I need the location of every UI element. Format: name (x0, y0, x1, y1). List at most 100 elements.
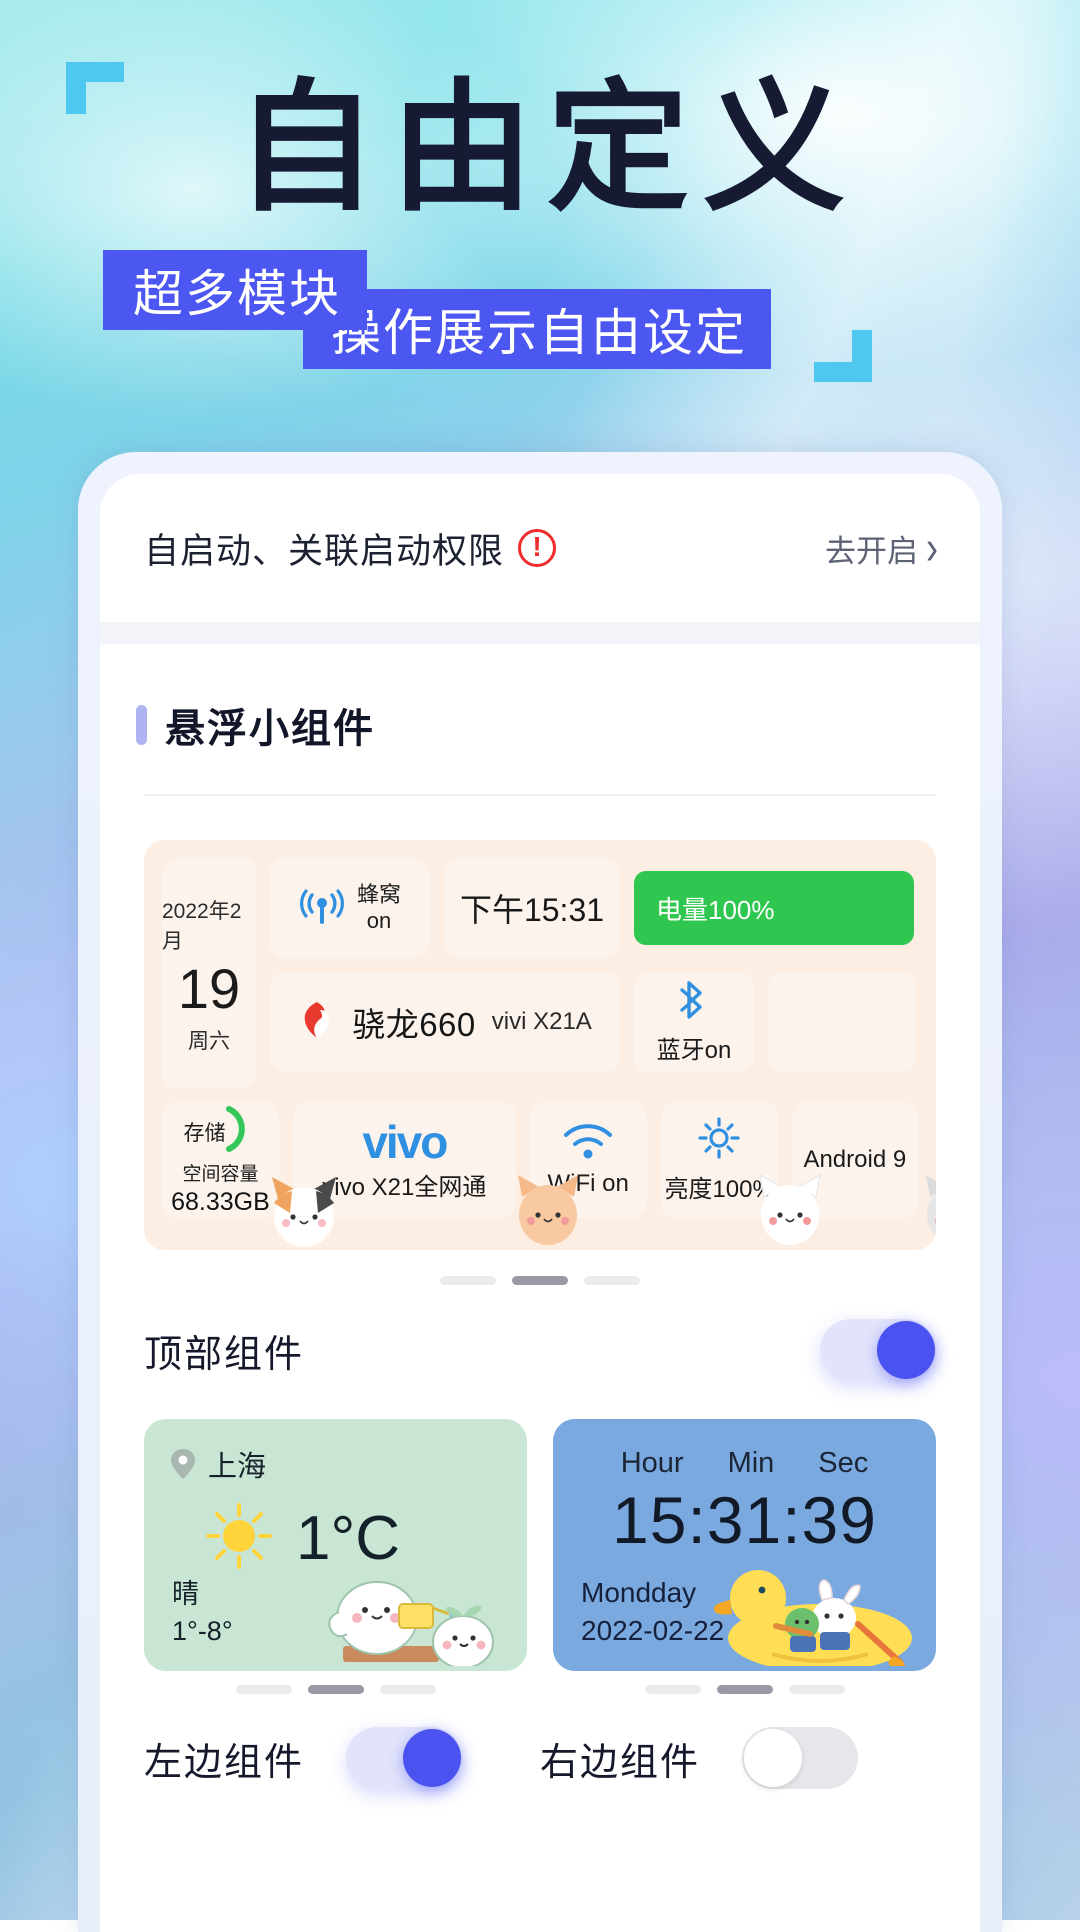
soc-widget-tile[interactable]: 骁龙660 vivi X21A (270, 972, 620, 1072)
clock-weekday: Mondday (581, 1576, 697, 1608)
storage-widget-tile[interactable]: 存储 空间容量 68.33GB (162, 1102, 279, 1218)
left-widget-toggle[interactable] (346, 1727, 463, 1789)
section-title: 悬浮小组件 (165, 707, 375, 751)
clock-unit-hour: Hour (620, 1447, 684, 1479)
empty-widget-slot[interactable] (768, 972, 916, 1072)
weather-widget[interactable]: 上海 1°C 晴 1°-8° (144, 1419, 527, 1671)
bluetooth-label: 蓝牙on (656, 1037, 732, 1064)
pager-dot-active[interactable] (512, 1276, 568, 1285)
promo-banner-right-label: 操作展示自由设定 (331, 305, 747, 361)
battery-widget-tile[interactable]: 电量100% (634, 858, 918, 958)
bluetooth-widget-tile[interactable]: 蓝牙on (634, 972, 754, 1072)
brightness-sun-icon (697, 1116, 741, 1165)
weather-location: 上海 (208, 1451, 267, 1483)
pager-dot-active[interactable] (307, 1685, 364, 1694)
cellular-widget-tile[interactable]: 蜂窝 on (270, 858, 430, 958)
left-widget-row[interactable]: 左边组件 (144, 1727, 540, 1789)
toggle-knob (877, 1321, 935, 1379)
date-weekday: 周六 (188, 1030, 230, 1053)
weather-condition: 晴 (172, 1579, 199, 1610)
storage-ring-icon: 存储 (177, 1103, 263, 1155)
section-header: 悬浮小组件 (100, 644, 980, 754)
phone-mockup: 自启动、关联启动权限 ! 去开启 › 悬浮小组件 2022年2月 19 周六 蜂… (78, 452, 1002, 1932)
permission-action-label: 去开启 (825, 533, 918, 569)
clock-pager[interactable] (553, 1685, 936, 1694)
big-widget-pagers (100, 1685, 980, 1694)
battery-label: 电量100% (656, 894, 775, 925)
clock-unit-sec: Sec (818, 1447, 869, 1479)
clock-units: Hour Min Sec (579, 1447, 910, 1480)
snapdragon-icon (298, 1000, 336, 1045)
clock-unit-min: Min (727, 1447, 775, 1479)
cellular-signal-icon (299, 888, 345, 928)
brightness-widget-tile[interactable]: 亮度100% (660, 1102, 778, 1218)
card-gap (100, 622, 980, 644)
weather-location-group: 上海 (170, 1443, 501, 1485)
clock-details: Mondday 2022-02-22 (581, 1574, 724, 1651)
pager-dot[interactable] (440, 1276, 496, 1285)
weather-pager[interactable] (144, 1685, 527, 1694)
top-widget-row[interactable]: 顶部组件 (100, 1295, 980, 1405)
storage-value: 68.33GB (171, 1188, 270, 1216)
pager-dot[interactable] (788, 1685, 845, 1694)
weather-mascot-icon (299, 1546, 509, 1671)
android-widget-tile[interactable]: Android 9 (791, 1102, 919, 1218)
vivo-model-label: vivo X21全网通 (322, 1173, 487, 1201)
map-pin-icon (170, 1448, 196, 1480)
floating-widget-card: 悬浮小组件 2022年2月 19 周六 蜂窝 on 下午15:31 电量100%… (100, 644, 980, 1932)
section-divider (144, 794, 936, 796)
pager-dot[interactable] (584, 1276, 640, 1285)
toggle-knob (744, 1729, 803, 1787)
sun-icon (204, 1501, 274, 1576)
vivo-logo: vivo (362, 1115, 448, 1168)
right-widget-label: 右边组件 (540, 1741, 701, 1784)
clock-widget[interactable]: Hour Min Sec 15:31:39 Mondday 2022-02-22 (553, 1419, 936, 1671)
permission-action[interactable]: 去开启 › (825, 520, 938, 575)
promo-banner-left-label: 超多模块 (133, 266, 341, 322)
top-widget-label: 顶部组件 (144, 1333, 305, 1376)
side-widget-rows: 左边组件 右边组件 (100, 1698, 980, 1818)
clock-date: 2022-02-22 (581, 1615, 725, 1647)
phone-screen: 自启动、关联启动权限 ! 去开启 › 悬浮小组件 2022年2月 19 周六 蜂… (100, 474, 980, 1932)
pager-dot[interactable] (235, 1685, 292, 1694)
preview-row-bottom: 存储 空间容量 68.33GB vivo vivo X21全网通 WiFi on… (162, 1102, 919, 1218)
big-widget-row: 上海 1°C 晴 1°-8° Hour Min Sec 15:31:39 Mon… (100, 1419, 980, 1671)
date-widget-tile[interactable]: 2022年2月 19 周六 (162, 858, 256, 1088)
date-year-month: 2022年2月 (162, 900, 242, 953)
left-widget-label: 左边组件 (144, 1741, 305, 1784)
cellular-label: 蜂窝 on (356, 882, 401, 933)
promo-banner-right: 操作展示自由设定 (303, 289, 771, 369)
bluetooth-icon (677, 979, 711, 1026)
time-widget-tile[interactable]: 下午15:31 (444, 858, 620, 958)
pager-dot-active[interactable] (716, 1685, 773, 1694)
pager-dot[interactable] (379, 1685, 436, 1694)
pager-dot[interactable] (644, 1685, 701, 1694)
weather-range: 1°-8° (172, 1615, 233, 1646)
permission-label: 自启动、关联启动权限 (144, 531, 505, 571)
chevron-right-icon: › (926, 519, 938, 575)
right-widget-row[interactable]: 右边组件 (540, 1727, 936, 1789)
storage-caption: 空间容量 (182, 1164, 259, 1185)
wifi-widget-tile[interactable]: WiFi on (529, 1102, 647, 1218)
wifi-icon (562, 1123, 614, 1166)
top-widget-toggle[interactable] (820, 1319, 936, 1381)
storage-ring-label: 存储 (183, 1122, 226, 1145)
corner-bracket-bottom-right-icon (814, 330, 872, 382)
android-label: Android 9 (803, 1146, 907, 1173)
floating-widget-pager[interactable] (100, 1276, 980, 1285)
preview-row-top: 2022年2月 19 周六 蜂窝 on 下午15:31 电量100% 骁龙660… (162, 858, 918, 1088)
section-accent-bar (136, 705, 147, 745)
wifi-label: WiFi on (547, 1169, 629, 1197)
duck-mascot-icon (710, 1546, 930, 1671)
permission-card[interactable]: 自启动、关联启动权限 ! 去开启 › (100, 474, 980, 622)
brightness-label: 亮度100% (664, 1176, 774, 1203)
exclamation-circle-icon: ! (518, 529, 557, 567)
floating-widget-preview[interactable]: 2022年2月 19 周六 蜂窝 on 下午15:31 电量100% 骁龙660… (144, 840, 936, 1250)
weather-details: 晴 1°-8° (172, 1576, 233, 1649)
battery-pill: 电量100% (634, 871, 914, 945)
permission-text-group: 自启动、关联启动权限 ! (144, 523, 557, 574)
promo-headline: 自由定义 (235, 69, 859, 228)
vivo-widget-tile[interactable]: vivo vivo X21全网通 (292, 1102, 516, 1218)
right-widget-toggle[interactable] (742, 1727, 859, 1789)
time-value: 下午15:31 (459, 892, 605, 928)
